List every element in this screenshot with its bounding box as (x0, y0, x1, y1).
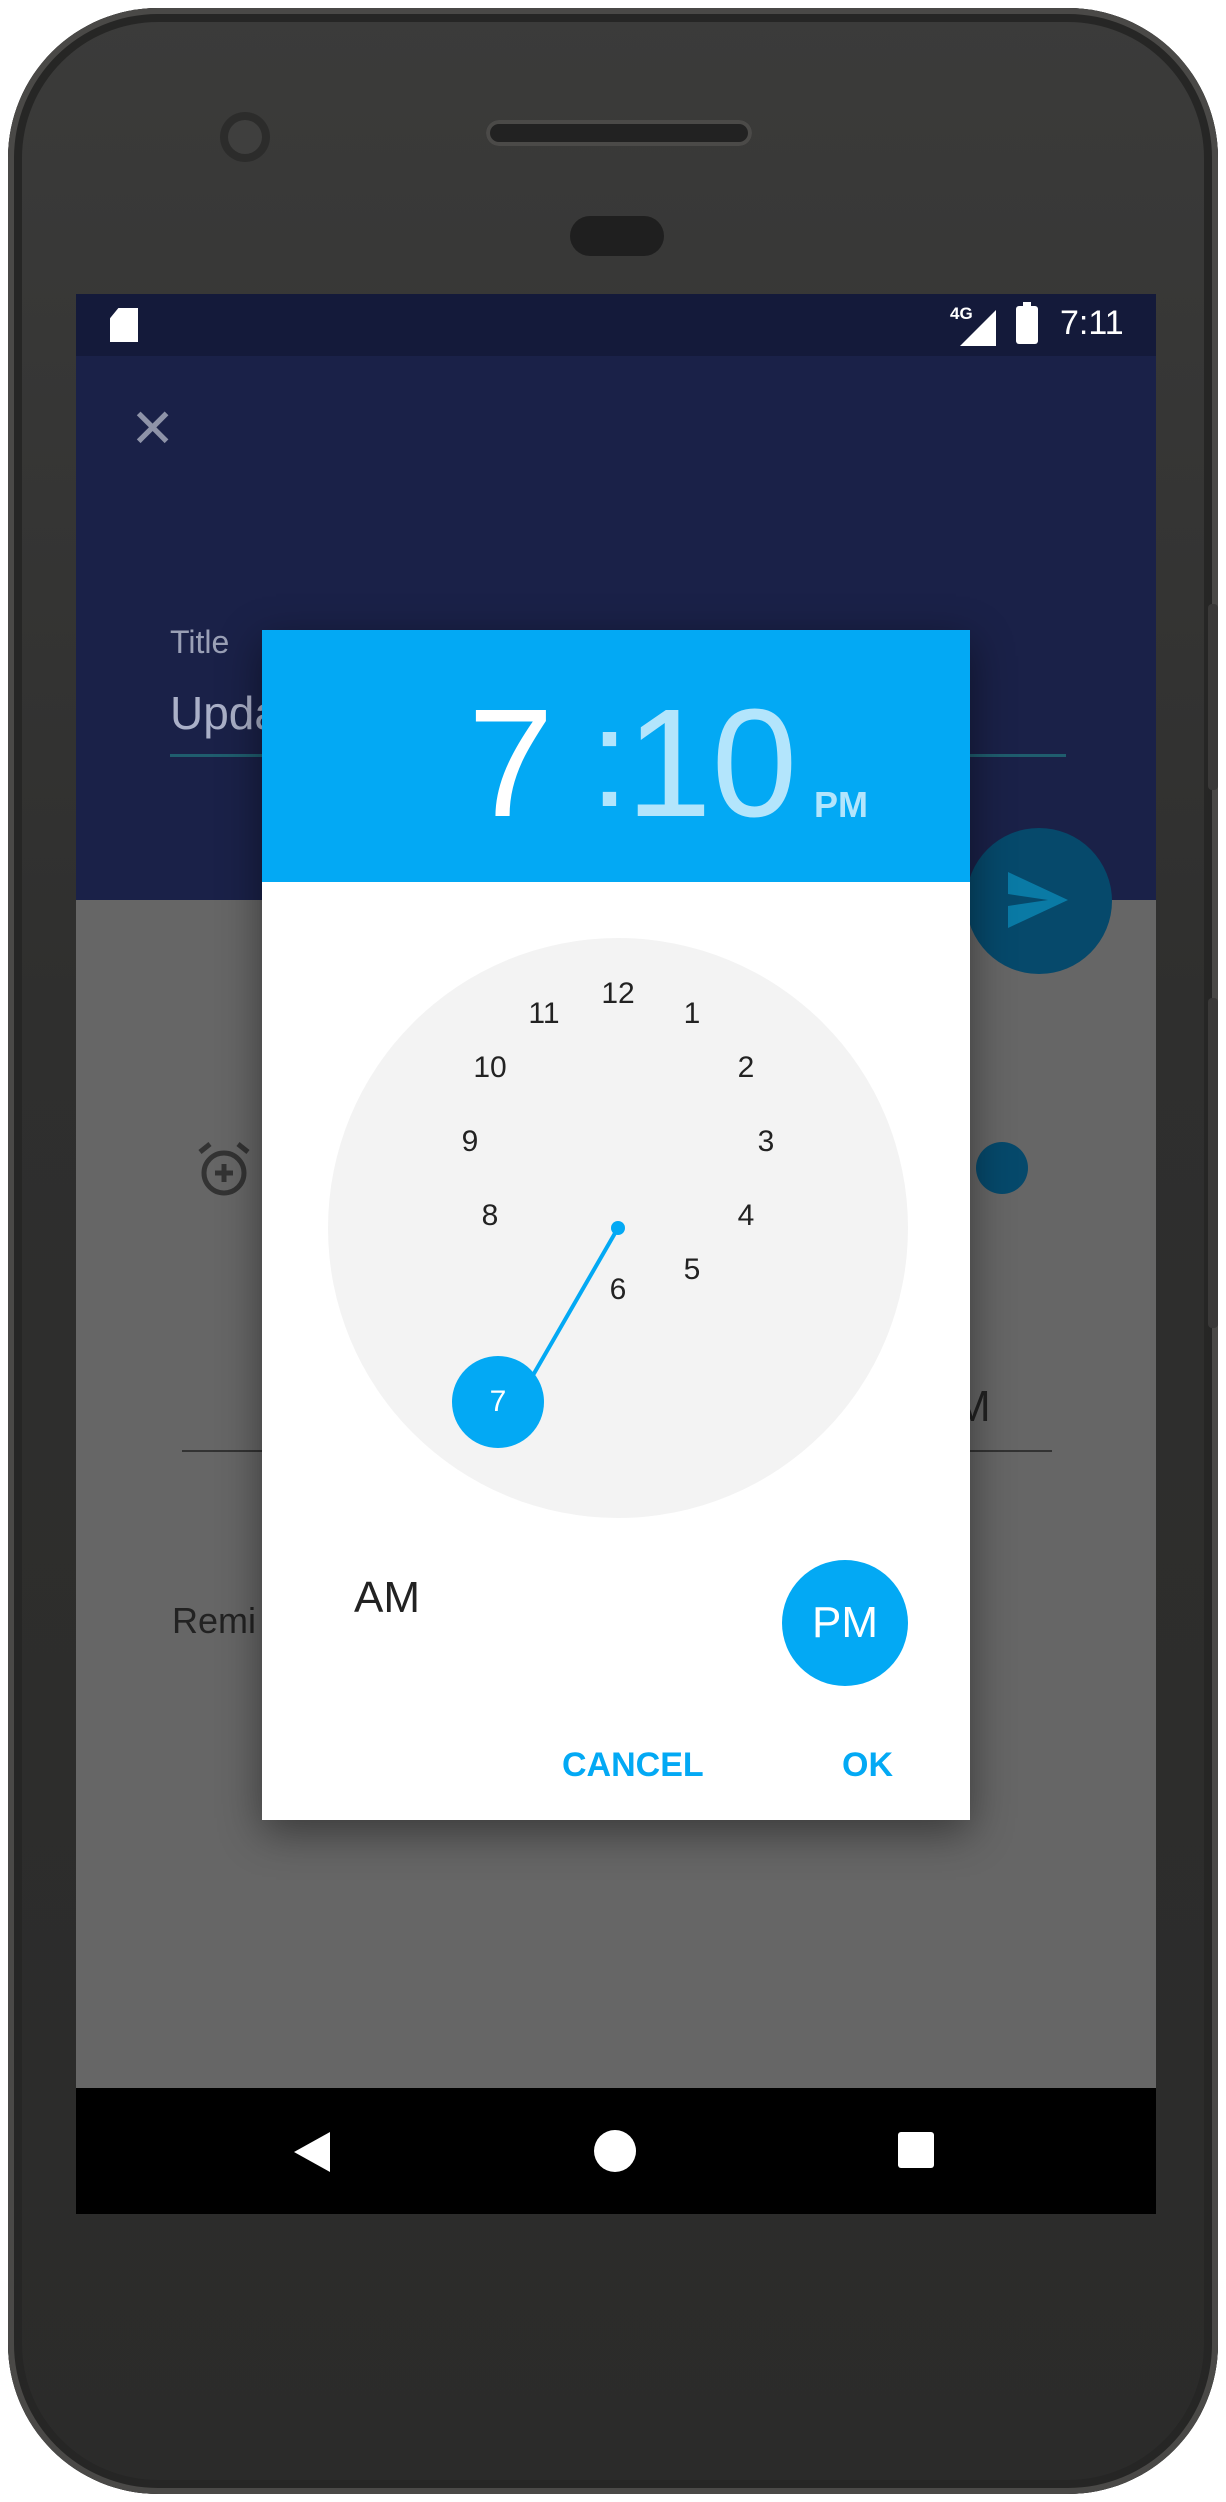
clock-number-9[interactable]: 9 (440, 1122, 500, 1162)
clock-center (611, 1221, 625, 1235)
period-display: PM (814, 784, 868, 825)
proximity-sensor (570, 216, 664, 256)
front-camera (220, 112, 270, 162)
time-header: 7 : 10 PM (262, 630, 970, 882)
signal-icon (960, 310, 996, 346)
earpiece-speaker (486, 120, 752, 146)
clock-number-3[interactable]: 3 (736, 1122, 796, 1162)
clock-number-8[interactable]: 8 (460, 1196, 520, 1236)
toggle-switch[interactable] (976, 1142, 1028, 1194)
status-time: 7:11 (1060, 304, 1124, 342)
clock-number-12[interactable]: 12 (588, 974, 648, 1014)
ok-button[interactable]: OK (842, 1746, 893, 1785)
screen: 4G 7:11 ✕ Title Upda M Remi 7: 10 PM 7 … (76, 294, 1156, 2214)
send-icon (1008, 872, 1068, 928)
clock-number-2[interactable]: 2 (716, 1048, 776, 1088)
power-button (1208, 604, 1218, 790)
home-icon[interactable] (594, 2130, 636, 2172)
navigation-bar (76, 2088, 1156, 2214)
pm-button[interactable]: PM (782, 1560, 908, 1686)
phone-frame: 4G 7:11 ✕ Title Upda M Remi 7: 10 PM 7 … (8, 8, 1218, 2494)
reminder-label: Remi (172, 1600, 257, 1641)
time-picker-dialog: 7 : 10 PM 7 12 1 2 3 4 5 6 8 9 10 11 AM … (262, 630, 970, 1820)
back-icon[interactable] (294, 2132, 330, 2172)
minute-display[interactable]: 10 (626, 686, 797, 840)
send-button[interactable] (966, 828, 1112, 974)
battery-icon (1016, 302, 1038, 344)
clock-number-5[interactable]: 5 (662, 1250, 722, 1290)
sd-card-icon (110, 308, 138, 342)
selected-hour-marker[interactable]: 7 (452, 1356, 544, 1448)
clock-number-11[interactable]: 11 (514, 994, 574, 1034)
volume-button (1208, 998, 1218, 1328)
recents-icon[interactable] (898, 2132, 934, 2168)
clock-number-4[interactable]: 4 (716, 1196, 776, 1236)
title-label: Title (170, 624, 230, 660)
status-bar: 4G 7:11 (76, 294, 1156, 356)
clock-number-1[interactable]: 1 (662, 994, 722, 1034)
clock-number-10[interactable]: 10 (460, 1048, 520, 1088)
close-icon[interactable]: ✕ (130, 402, 175, 456)
alarm-add-icon[interactable] (196, 1142, 252, 1198)
hour-display[interactable]: 7 (468, 686, 554, 840)
clock-number-6[interactable]: 6 (588, 1270, 648, 1310)
am-button[interactable]: AM (332, 1568, 442, 1628)
cancel-button[interactable]: CANCEL (562, 1746, 704, 1785)
time-separator: : (590, 679, 629, 836)
clock-face[interactable]: 7 12 1 2 3 4 5 6 8 9 10 11 (328, 938, 908, 1518)
